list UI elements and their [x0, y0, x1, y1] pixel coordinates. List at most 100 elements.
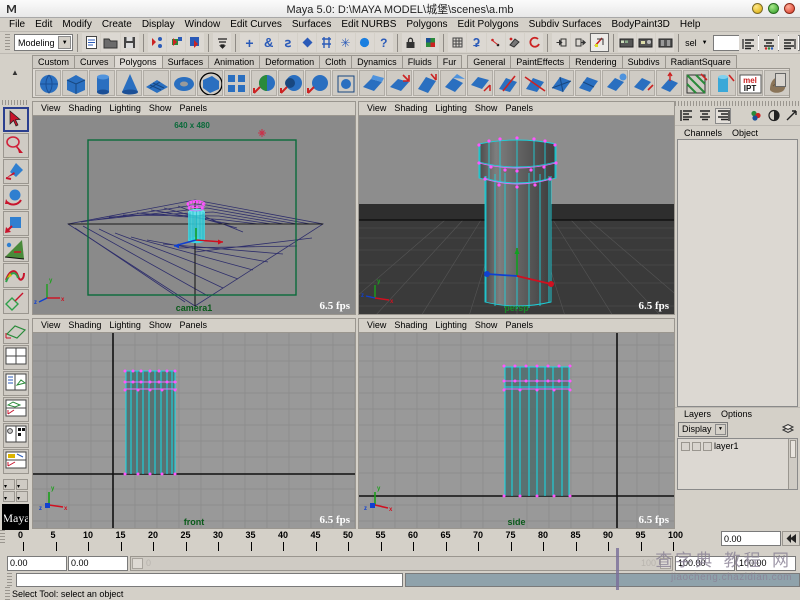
range-slider-right-handle[interactable] — [660, 558, 671, 569]
poly-mirror-icon[interactable] — [332, 70, 358, 96]
show-attribute-editor-icon[interactable] — [739, 34, 758, 53]
layer-visibility-toggle[interactable] — [681, 442, 690, 451]
select-by-hierarchy-icon[interactable] — [148, 33, 166, 52]
helpline-gripper[interactable] — [5, 587, 10, 600]
quick-layout-1[interactable]: ▾ — [3, 479, 15, 490]
viewport-3-canvas[interactable]: y x z front 6.5 fps — [33, 333, 355, 528]
poly-triangulate-icon[interactable] — [548, 70, 574, 96]
poly-split-polygon-icon[interactable] — [494, 70, 520, 96]
shelf-tab-deformation[interactable]: Deformation — [259, 55, 320, 68]
quick-layout-4[interactable]: ▾ — [16, 491, 28, 502]
poly-cone-icon[interactable] — [116, 70, 142, 96]
highlight-selection-icon[interactable] — [421, 33, 439, 52]
side-orthographic-viewport[interactable]: View Shading Lighting Show Panels — [358, 318, 675, 529]
menu-surfaces[interactable]: Surfaces — [287, 18, 336, 32]
vp4-menu-panels[interactable]: Panels — [501, 319, 537, 332]
timeslider-gripper[interactable] — [0, 530, 5, 544]
soft-modification-tool[interactable] — [3, 263, 29, 288]
shelf-tab-rendering[interactable]: Rendering — [569, 55, 623, 68]
handles-icon[interactable]: + — [240, 33, 258, 52]
menu-create[interactable]: Create — [97, 18, 137, 32]
layer-mode-dropdown[interactable]: Display ▼ — [678, 422, 728, 437]
mel-script-icon[interactable]: melIPT — [737, 70, 763, 96]
persp-render-layout-icon[interactable] — [3, 449, 29, 474]
render-current-frame-icon[interactable] — [618, 33, 636, 52]
snap-point-icon[interactable] — [487, 33, 505, 52]
shelf-tab-subdivs[interactable]: Subdivs — [622, 55, 666, 68]
viewport-2-canvas[interactable]: y x z persp 6.5 fps — [359, 116, 674, 314]
time-slider-track[interactable]: 0510152025303540455055606570758085909510… — [7, 530, 704, 554]
poly-smooth-icon[interactable] — [602, 70, 628, 96]
layers-menu-options[interactable]: Options — [716, 409, 757, 419]
shelf-tab-custom[interactable]: Custom — [32, 55, 75, 68]
vp4-menu-shading[interactable]: Shading — [390, 319, 431, 332]
show-channel-box-icon[interactable] — [779, 34, 798, 53]
persp-shaded-viewport[interactable]: View Shading Lighting Show Panels — [358, 101, 675, 315]
vp4-menu-lighting[interactable]: Lighting — [431, 319, 471, 332]
half-tone-icon[interactable] — [766, 108, 782, 124]
menu-set-dropdown[interactable]: Modeling ▼ — [14, 34, 73, 51]
poly-quadrangulate-icon[interactable] — [575, 70, 601, 96]
outputs-layout-icon[interactable] — [715, 108, 731, 124]
current-frame-field[interactable]: 0.00 — [721, 531, 781, 546]
scale-tool[interactable] — [3, 211, 29, 236]
viewport-1-canvas[interactable]: 640 x 480 — [33, 116, 355, 314]
channelbox-menu-object[interactable]: Object — [727, 128, 763, 138]
lasso-select-tool[interactable] — [3, 133, 29, 158]
quick-layout-2[interactable]: ▾ — [16, 479, 28, 490]
shelf-tab-curves[interactable]: Curves — [74, 55, 115, 68]
vp1-menu-shading[interactable]: Shading — [64, 102, 105, 115]
selection-field-chevron-icon[interactable]: ▼ — [700, 40, 710, 46]
snap-view-plane-icon[interactable] — [506, 33, 524, 52]
menu-edit-curves[interactable]: Edit Curves — [225, 18, 287, 32]
vp1-menu-view[interactable]: View — [37, 102, 64, 115]
lock-selection-icon[interactable] — [402, 33, 420, 52]
move-tool[interactable] — [3, 159, 29, 184]
menu-file[interactable]: File — [4, 18, 30, 32]
quick-layout-3[interactable]: ▾ — [3, 491, 15, 502]
vp4-menu-view[interactable]: View — [363, 319, 390, 332]
maximize-button[interactable] — [768, 3, 779, 14]
poly-booleans-union-icon[interactable] — [278, 70, 304, 96]
shelf-tab-painteffects[interactable]: PaintEffects — [510, 55, 570, 68]
poly-separate-icon[interactable] — [251, 70, 277, 96]
points-icon[interactable]: & — [260, 33, 278, 52]
save-scene-icon[interactable] — [121, 33, 139, 52]
poly-sphere-icon[interactable] — [35, 70, 61, 96]
close-button[interactable] — [784, 3, 795, 14]
minimize-button[interactable] — [752, 3, 763, 14]
open-scene-icon[interactable] — [101, 33, 119, 52]
shelf-tab-animation[interactable]: Animation — [208, 55, 260, 68]
select-by-component-icon[interactable] — [186, 33, 204, 52]
shelf-tab-polygons[interactable]: Polygons — [114, 55, 163, 68]
outputs-icon[interactable] — [571, 33, 589, 52]
select-by-object-icon[interactable] — [167, 33, 185, 52]
command-input[interactable] — [16, 573, 403, 587]
pivot-icon[interactable]: ✳ — [336, 33, 354, 52]
render-globals-icon[interactable] — [656, 33, 674, 52]
poly-circle-selected-icon[interactable] — [197, 70, 223, 96]
shelf-tab-general[interactable]: General — [467, 55, 511, 68]
universal-manipulator-tool[interactable] — [3, 237, 29, 262]
outliner-persp-layout-icon[interactable] — [3, 371, 29, 396]
single-perspective-layout-icon[interactable] — [3, 319, 29, 344]
shelf-tab-fur[interactable]: Fur — [437, 55, 463, 68]
shelf-tab-dynamics[interactable]: Dynamics — [351, 55, 403, 68]
vp1-menu-panels[interactable]: Panels — [175, 102, 211, 115]
poly-sculpt-icon[interactable] — [710, 70, 736, 96]
snap-curve-icon[interactable]: ʡ — [467, 33, 485, 52]
toolbox-gripper[interactable] — [2, 100, 29, 105]
menu-window[interactable]: Window — [180, 18, 226, 32]
construction-history-icon[interactable] — [590, 33, 608, 52]
vp2-menu-panels[interactable]: Panels — [501, 102, 537, 115]
menu-help[interactable]: Help — [675, 18, 706, 32]
poly-cylinder-icon[interactable] — [89, 70, 115, 96]
snap-live-icon[interactable] — [525, 33, 543, 52]
poly-uv-texture-editor-icon[interactable] — [683, 70, 709, 96]
delete-shelf-item-icon[interactable] — [775, 73, 786, 87]
statusline-gripper[interactable] — [5, 34, 10, 52]
shelf-tab-cloth[interactable]: Cloth — [319, 55, 352, 68]
menu-display[interactable]: Display — [137, 18, 180, 32]
faces-icon[interactable] — [298, 33, 316, 52]
poly-extrude-face-icon[interactable] — [359, 70, 385, 96]
